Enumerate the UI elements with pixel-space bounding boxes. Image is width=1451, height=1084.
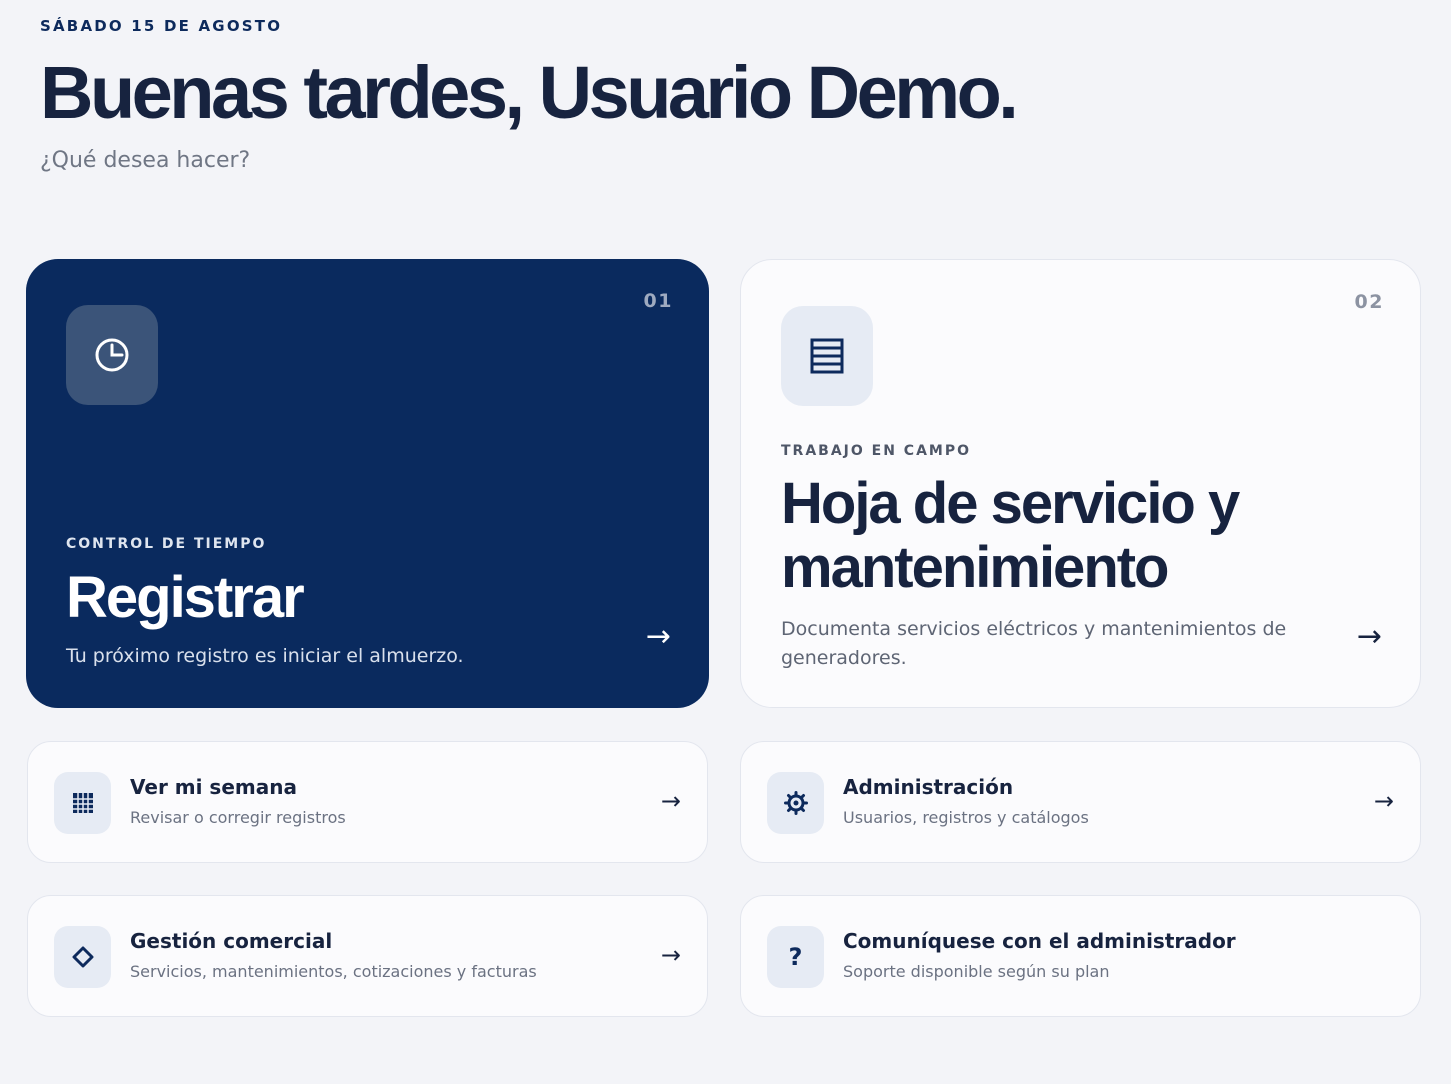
- date-label: SÁBADO 15 DE AGOSTO: [40, 17, 283, 35]
- card-description: Documenta servicios eléctricos y manteni…: [781, 618, 1287, 669]
- admin-card[interactable]: Administración Usuarios, registros y cat…: [740, 741, 1421, 863]
- card-title: Hoja de servicio y mantenimiento: [781, 471, 1240, 600]
- question-icon: ?: [767, 926, 824, 988]
- card-number: 02: [1354, 291, 1384, 313]
- clock-icon: [66, 305, 158, 405]
- arrow-right-icon[interactable]: →: [661, 943, 681, 967]
- arrow-right-icon[interactable]: →: [646, 622, 671, 652]
- card-number: 01: [643, 290, 673, 312]
- question-subtitle: ¿Qué desea hacer?: [40, 148, 251, 173]
- service-sheet-card[interactable]: 02 TRABAJO EN CAMPO Hoja de servicio y m…: [740, 259, 1421, 708]
- week-card[interactable]: Ver mi semana Revisar o corregir registr…: [27, 741, 708, 863]
- gear-icon: [767, 772, 824, 834]
- card-eyebrow: CONTROL DE TIEMPO: [66, 536, 267, 552]
- contact-admin-card[interactable]: ? Comuníquese con el administrador Sopor…: [740, 895, 1421, 1017]
- row-subtitle: Servicios, mantenimientos, cotizaciones …: [130, 962, 537, 981]
- registrar-card[interactable]: 01 CONTROL DE TIEMPO Registrar Tu próxim…: [26, 259, 709, 708]
- document-icon: [781, 306, 873, 406]
- calendar-grid-icon: [54, 772, 111, 834]
- row-title: Gestión comercial: [130, 929, 333, 953]
- card-description: Tu próximo registro es iniciar el almuer…: [66, 645, 464, 667]
- card-title: Registrar: [66, 565, 305, 630]
- row-title: Ver mi semana: [130, 775, 297, 799]
- row-subtitle: Usuarios, registros y catálogos: [843, 808, 1089, 827]
- row-subtitle: Soporte disponible según su plan: [843, 962, 1110, 981]
- row-subtitle: Revisar o corregir registros: [130, 808, 346, 827]
- commercial-card[interactable]: Gestión comercial Servicios, mantenimien…: [27, 895, 708, 1017]
- diamond-icon: [54, 926, 111, 988]
- arrow-right-icon[interactable]: →: [1357, 622, 1382, 652]
- card-eyebrow: TRABAJO EN CAMPO: [781, 443, 972, 459]
- arrow-right-icon[interactable]: →: [661, 789, 681, 813]
- arrow-right-icon[interactable]: →: [1374, 789, 1394, 813]
- row-title: Comuníquese con el administrador: [843, 929, 1236, 953]
- greeting-heading: Buenas tardes, Usuario Demo.: [40, 51, 1019, 134]
- row-title: Administración: [843, 775, 1014, 799]
